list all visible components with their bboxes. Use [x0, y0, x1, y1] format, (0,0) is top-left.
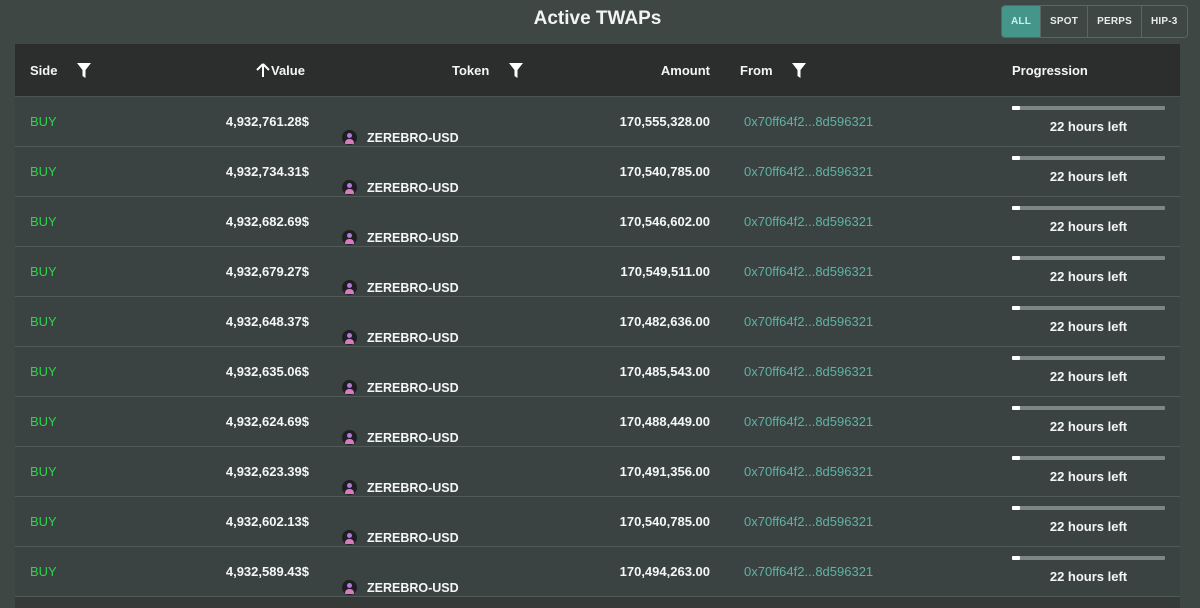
- column-amount: Amount: [635, 44, 710, 97]
- progression-cell: 22 hours left: [1012, 547, 1165, 596]
- filter-spot-button[interactable]: SPOT: [1041, 6, 1089, 37]
- zerebro-token-icon: [342, 330, 357, 345]
- token-label: ZEREBRO-USD: [367, 480, 459, 495]
- progress-bar-fill: [1012, 406, 1020, 410]
- table-row[interactable]: BUY 4,932,679.27$ ZEREBRO-USD 170,549,51…: [15, 247, 1180, 297]
- token-label: ZEREBRO-USD: [367, 230, 459, 245]
- progress-bar-fill: [1012, 206, 1020, 210]
- amount-cell: 170,494,263.00: [619, 564, 710, 579]
- progression-cell: 22 hours left: [1012, 247, 1165, 296]
- progress-bar-fill: [1012, 306, 1020, 310]
- token-label: ZEREBRO-USD: [367, 380, 459, 395]
- time-left-label: 22 hours left: [1049, 269, 1128, 284]
- filter-hip3-button[interactable]: HIP-3: [1141, 6, 1187, 37]
- column-token: Token: [452, 44, 489, 97]
- progress-bar-fill: [1012, 456, 1020, 460]
- zerebro-token-icon: [342, 230, 357, 245]
- progression-cell: 22 hours left: [1012, 497, 1165, 546]
- progression-cell: 22 hours left: [1012, 397, 1165, 446]
- column-progression: Progression: [1012, 44, 1088, 97]
- progress-bar: [1012, 156, 1165, 160]
- time-left-label: 22 hours left: [1049, 369, 1128, 384]
- progress-bar-fill: [1012, 506, 1020, 510]
- progress-bar: [1012, 406, 1165, 410]
- progress-bar: [1012, 356, 1165, 360]
- zerebro-token-icon: [342, 130, 357, 145]
- zerebro-token-icon: [342, 380, 357, 395]
- time-left-label: 22 hours left: [1049, 419, 1128, 434]
- twap-table: Side Value Token Amount From Progression: [15, 44, 1180, 608]
- column-side-label: Side: [30, 63, 58, 78]
- token-label: ZEREBRO-USD: [367, 430, 459, 445]
- progression-cell: 22 hours left: [1012, 197, 1165, 246]
- token-label: ZEREBRO-USD: [367, 180, 459, 195]
- time-left-label: 22 hours left: [1049, 219, 1128, 234]
- time-left-label: 22 hours left: [1049, 169, 1128, 184]
- from-filter-icon[interactable]: [792, 44, 806, 97]
- token-label: ZEREBRO-USD: [367, 280, 459, 295]
- table-row[interactable]: BUY 4,932,624.69$ ZEREBRO-USD 170,488,44…: [15, 397, 1180, 447]
- column-amount-label: Amount: [660, 63, 710, 78]
- progression-cell: 22 hours left: [1012, 147, 1165, 196]
- token-label: ZEREBRO-USD: [367, 530, 459, 545]
- progress-bar-fill: [1012, 356, 1020, 360]
- progress-bar: [1012, 506, 1165, 510]
- column-progression-label: Progression: [1012, 63, 1088, 78]
- column-value[interactable]: Value: [256, 44, 305, 97]
- table-row[interactable]: BUY 4,932,623.39$ ZEREBRO-USD 170,491,35…: [15, 447, 1180, 497]
- column-from: From: [740, 44, 773, 97]
- time-left-label: 22 hours left: [1049, 469, 1128, 484]
- zerebro-token-icon: [342, 180, 357, 195]
- table-row[interactable]: BUY 4,932,648.37$ ZEREBRO-USD 170,482,63…: [15, 297, 1180, 347]
- progress-bar: [1012, 306, 1165, 310]
- table-row[interactable]: BUY 4,932,761.28$ ZEREBRO-USD 170,555,32…: [15, 97, 1180, 147]
- from-address-link[interactable]: 0x70ff64f2...8d596321: [744, 564, 873, 608]
- token-filter-icon[interactable]: [509, 44, 523, 97]
- sort-ascending-icon: [256, 63, 270, 77]
- progress-bar-fill: [1012, 106, 1020, 110]
- filter-perps-button[interactable]: PERPS: [1088, 6, 1142, 37]
- time-left-label: 22 hours left: [1049, 519, 1128, 534]
- column-value-label: Value: [271, 63, 305, 78]
- value-cell: 4,932,589.43$: [225, 564, 309, 579]
- progression-cell: 22 hours left: [1012, 447, 1165, 496]
- progress-bar: [1012, 256, 1165, 260]
- zerebro-token-icon: [342, 430, 357, 445]
- table-row[interactable]: BUY 4,932,589.43$ ZEREBRO-USD 170,494,26…: [15, 547, 1180, 597]
- side-cell: BUY: [30, 564, 57, 579]
- progress-bar: [1012, 556, 1165, 560]
- progression-cell: 22 hours left: [1012, 297, 1165, 346]
- token-label: ZEREBRO-USD: [367, 580, 459, 595]
- progress-bar-fill: [1012, 556, 1020, 560]
- column-side: Side: [30, 44, 57, 97]
- zerebro-token-icon: [342, 280, 357, 295]
- table-row[interactable]: BUY 4,932,602.13$ ZEREBRO-USD 170,540,78…: [15, 497, 1180, 547]
- table-row[interactable]: BUY 4,932,635.06$ ZEREBRO-USD 170,485,54…: [15, 347, 1180, 397]
- token-cell[interactable]: ZEREBRO-USD: [342, 563, 459, 608]
- table-row[interactable]: BUY 4,932,734.31$ ZEREBRO-USD 170,540,78…: [15, 147, 1180, 197]
- zerebro-token-icon: [342, 480, 357, 495]
- progress-bar: [1012, 206, 1165, 210]
- progression-cell: 22 hours left: [1012, 347, 1165, 396]
- market-filter-group: ALL SPOT PERPS HIP-3: [1001, 5, 1188, 38]
- column-token-label: Token: [452, 63, 490, 78]
- filter-all-button[interactable]: ALL: [1002, 6, 1042, 37]
- table-body: BUY 4,932,761.28$ ZEREBRO-USD 170,555,32…: [15, 97, 1180, 597]
- time-left-label: 22 hours left: [1049, 319, 1128, 334]
- time-left-label: 22 hours left: [1049, 119, 1128, 134]
- progress-bar-fill: [1012, 156, 1020, 160]
- side-filter-icon[interactable]: [77, 44, 91, 97]
- column-from-label: From: [740, 63, 773, 78]
- progress-bar-fill: [1012, 256, 1020, 260]
- table-row[interactable]: BUY 4,932,682.69$ ZEREBRO-USD 170,546,60…: [15, 197, 1180, 247]
- zerebro-token-icon: [342, 530, 357, 545]
- zerebro-token-icon: [342, 580, 357, 595]
- progress-bar: [1012, 106, 1165, 110]
- time-left-label: 22 hours left: [1049, 569, 1128, 584]
- progress-bar: [1012, 456, 1165, 460]
- token-label: ZEREBRO-USD: [367, 130, 459, 145]
- token-label: ZEREBRO-USD: [367, 330, 459, 345]
- table-header: Side Value Token Amount From Progression: [15, 44, 1180, 97]
- progression-cell: 22 hours left: [1012, 97, 1165, 146]
